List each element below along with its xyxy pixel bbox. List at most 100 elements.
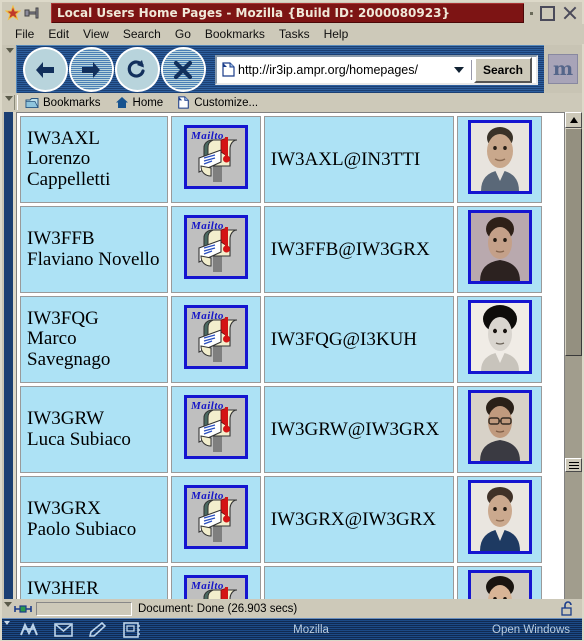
photo-cell	[457, 116, 542, 203]
composer-pen-icon[interactable]	[80, 622, 114, 637]
back-button[interactable]	[23, 48, 67, 92]
mailbox-icon[interactable]: Mailto	[183, 395, 248, 459]
forward-arrow-icon	[70, 49, 112, 90]
mailbox-icon[interactable]: Mailto	[183, 305, 248, 369]
name-line2: Cappelletti	[27, 168, 111, 190]
mailbox-icon[interactable]: Mailto	[183, 575, 248, 599]
chevron-down-icon[interactable]	[449, 67, 469, 73]
sidebar-collapsed-bar[interactable]	[4, 112, 13, 599]
bookmarks-button[interactable]: Bookmarks	[18, 97, 108, 109]
maximize-button[interactable]	[540, 5, 555, 21]
table-row: IW3FQG Marco Savegnago Mailto IW3FQG@I3K…	[20, 296, 542, 383]
email-address: IW3FQG@I3KUH	[270, 328, 418, 350]
close-button[interactable]	[562, 6, 576, 20]
home-label: Home	[132, 96, 164, 109]
mailbox-icon[interactable]: Mailto	[183, 485, 248, 549]
pin-icon[interactable]	[24, 6, 40, 20]
personal-toolbar: Bookmarks Home Customize...	[2, 93, 582, 112]
email-address: IW3AXL@IN3TTI	[270, 148, 421, 170]
star-icon[interactable]	[5, 5, 21, 21]
mailto-cell[interactable]: Mailto	[171, 566, 261, 599]
email-address: IW3GRW@IW3GRX	[270, 418, 440, 440]
menu-item-help[interactable]: Help	[317, 26, 356, 42]
reload-button[interactable]	[115, 48, 159, 92]
network-icon[interactable]	[12, 602, 34, 616]
taskbar-open-windows-label[interactable]: Open Windows	[474, 624, 582, 636]
menu-item-view[interactable]: View	[76, 26, 116, 42]
mailto-cell[interactable]: Mailto	[171, 476, 261, 563]
menu-item-bookmarks[interactable]: Bookmarks	[198, 26, 272, 42]
mailto-label: Mailto	[190, 310, 224, 322]
unlocked-padlock-icon[interactable]	[556, 601, 582, 616]
window-controls	[524, 5, 582, 21]
menu-item-edit[interactable]: Edit	[41, 26, 76, 42]
email-cell: IW3FQG@I3KUH	[263, 296, 455, 383]
minimize-button[interactable]	[530, 11, 533, 15]
vertical-scrollbar[interactable]	[564, 112, 582, 599]
taskbar-grip[interactable]	[2, 619, 12, 640]
navigation-toolbar: http://ir3ip.ampr.org/homepages/ Search …	[2, 45, 582, 93]
callsign-cell: IW3GRX Paolo Subiaco	[20, 476, 169, 563]
addressbook-icon[interactable]	[114, 621, 148, 638]
mailto-label: Mailto	[190, 580, 224, 592]
user-photo	[467, 570, 532, 599]
email-cell: IW3HER@I3KUH	[263, 566, 455, 599]
email-cell: IW3GRW@IW3GRX	[263, 386, 455, 473]
scrollbar-thumb[interactable]	[565, 128, 582, 356]
customize-label: Customize...	[194, 96, 259, 109]
table-row: IW3GRX Paolo Subiaco Mailto IW3GRX@IW3GR…	[20, 476, 542, 563]
mailto-label: Mailto	[190, 490, 224, 502]
menu-item-search[interactable]: Search	[116, 26, 168, 42]
callsign: IW3AXL	[27, 128, 100, 150]
callsign-cell: IW3AXL Lorenzo Cappelletti	[20, 116, 169, 203]
mozilla-icon[interactable]	[12, 622, 46, 637]
throbber[interactable]: m	[544, 45, 582, 93]
toolbar-grip[interactable]	[2, 45, 16, 93]
callsign-cell: IW3FFB Flaviano Novello	[20, 206, 169, 293]
status-grip[interactable]	[2, 599, 12, 618]
title-bar: Local Users Home Pages - Mozilla {Build …	[2, 2, 582, 24]
menu-item-tasks[interactable]: Tasks	[272, 26, 317, 42]
photo-cell	[457, 566, 542, 599]
taskbar-app-label[interactable]: Mozilla	[275, 624, 347, 636]
scrollbar-track[interactable]	[565, 128, 582, 599]
mailto-cell[interactable]: Mailto	[171, 296, 261, 383]
customize-button[interactable]: Customize...	[170, 96, 265, 109]
callsign: IW3FFB	[27, 228, 95, 250]
title-bar-icons	[2, 5, 51, 21]
email-address: IW3FFB@IW3GRX	[270, 238, 430, 260]
url-input[interactable]: http://ir3ip.ampr.org/homepages/	[238, 63, 449, 77]
mozilla-throbber-icon: m	[548, 54, 578, 84]
name-line1: Lorenzo	[27, 148, 91, 170]
callsign: IW3GRW	[27, 408, 105, 430]
user-photo	[467, 210, 532, 284]
mailto-cell[interactable]: Mailto	[171, 116, 261, 203]
menu-bar: File Edit View Search Go Bookmarks Tasks…	[2, 24, 584, 44]
browser-window: Local Users Home Pages - Mozilla {Build …	[0, 0, 584, 641]
stop-button[interactable]	[161, 48, 205, 92]
mailto-cell[interactable]: Mailto	[171, 386, 261, 473]
url-bar[interactable]: http://ir3ip.ampr.org/homepages/ Search	[215, 54, 538, 85]
search-button[interactable]: Search	[473, 56, 532, 83]
mailto-cell[interactable]: Mailto	[171, 206, 261, 293]
personal-toolbar-grip[interactable]	[2, 93, 14, 112]
menu-item-go[interactable]: Go	[168, 26, 198, 42]
scroll-up-arrow-icon[interactable]	[565, 112, 582, 128]
home-button[interactable]: Home	[108, 96, 171, 109]
email-cell: IW3FFB@IW3GRX	[263, 206, 455, 293]
photo-cell	[457, 206, 542, 293]
reload-icon	[116, 49, 158, 90]
user-photo	[467, 120, 532, 194]
sidebar-rail[interactable]	[2, 112, 16, 599]
forward-button[interactable]	[69, 48, 113, 92]
mailbox-icon[interactable]: Mailto	[183, 125, 248, 189]
photo-cell	[457, 386, 542, 473]
status-bar: Document: Done (26.903 secs)	[2, 599, 582, 618]
mailbox-icon[interactable]: Mailto	[183, 215, 248, 279]
mail-envelope-icon[interactable]	[46, 622, 80, 637]
callsign-cell: IW3GRW Luca Subiaco	[20, 386, 169, 473]
scroll-grip-icon[interactable]	[565, 458, 582, 472]
taskbar: Mozilla Open Windows	[2, 618, 582, 640]
user-photo	[467, 300, 532, 374]
menu-item-file[interactable]: File	[8, 26, 41, 42]
